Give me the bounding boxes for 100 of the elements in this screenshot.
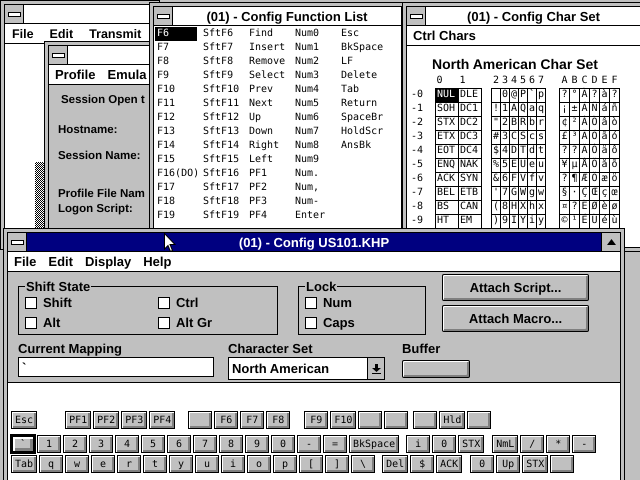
- char-cell[interactable]: NAK: [458, 158, 482, 172]
- list-item[interactable]: SftF14: [201, 139, 243, 153]
- list-item[interactable]: Num2: [293, 55, 335, 69]
- list-item[interactable]: F9: [155, 69, 197, 83]
- key[interactable]: `: [11, 435, 35, 453]
- list-item[interactable]: Num.: [293, 167, 335, 181]
- key[interactable]: /: [520, 435, 544, 453]
- list-item[interactable]: SftF12: [201, 111, 243, 125]
- list-item[interactable]: Num0: [293, 27, 335, 41]
- list-item[interactable]: SftF11: [201, 97, 243, 111]
- char-cell[interactable]: V: [518, 172, 528, 186]
- list-item[interactable]: BkSpace: [339, 41, 381, 55]
- button[interactable]: [402, 360, 470, 378]
- key[interactable]: -: [572, 435, 596, 453]
- key[interactable]: t: [143, 455, 168, 473]
- dropdown[interactable]: North American: [228, 357, 385, 380]
- char-cell[interactable]: ¡: [560, 102, 570, 116]
- menu-item[interactable]: Edit: [42, 26, 78, 40]
- list-item[interactable]: Delete: [339, 69, 381, 83]
- list-item[interactable]: Num3: [293, 69, 335, 83]
- list-item[interactable]: AnsBk: [339, 139, 381, 153]
- char-cell[interactable]: á: [600, 102, 610, 116]
- key[interactable]: ACK: [436, 455, 462, 473]
- list-item[interactable]: F17: [155, 181, 197, 195]
- char-cell[interactable]: è: [600, 200, 610, 214]
- list-item[interactable]: Remove: [247, 55, 289, 69]
- char-cell[interactable]: Œ: [590, 186, 600, 200]
- list-item[interactable]: F8: [155, 55, 197, 69]
- char-cell[interactable]: õ: [610, 158, 620, 172]
- char-cell[interactable]: STX: [436, 116, 458, 130]
- list-item[interactable]: F15: [155, 153, 197, 167]
- key[interactable]: BkSpace: [349, 435, 400, 453]
- char-cell[interactable]: ³: [570, 130, 580, 144]
- key[interactable]: [358, 411, 382, 429]
- key[interactable]: 8: [219, 435, 243, 453]
- key[interactable]: 0: [271, 435, 295, 453]
- char-cell[interactable]: EOT: [436, 144, 458, 158]
- char-cell[interactable]: œ: [610, 186, 620, 200]
- char-cell[interactable]: Ç: [580, 186, 590, 200]
- char-cell[interactable]: T: [518, 144, 528, 158]
- key[interactable]: [413, 411, 438, 429]
- key[interactable]: PF4: [149, 411, 176, 429]
- char-cell[interactable]: â: [600, 116, 610, 130]
- char-cell[interactable]: @: [510, 88, 518, 102]
- char-cell[interactable]: ACK: [436, 172, 458, 186]
- list-item[interactable]: Num8: [293, 139, 335, 153]
- key[interactable]: =: [323, 435, 347, 453]
- char-cell[interactable]: 7: [500, 186, 510, 200]
- char-cell[interactable]: 2: [500, 116, 510, 130]
- maximize-button[interactable]: [601, 233, 620, 251]
- char-cell[interactable]: BEL: [436, 186, 458, 200]
- char-cell[interactable]: d: [528, 144, 536, 158]
- key[interactable]: e: [91, 455, 116, 473]
- key[interactable]: q: [39, 455, 64, 473]
- menu-item[interactable]: Edit: [42, 254, 79, 269]
- list-item[interactable]: SftF9: [201, 69, 243, 83]
- char-cell[interactable]: ¶: [570, 172, 580, 186]
- char-cell[interactable]: ETX: [436, 130, 458, 144]
- checkbox[interactable]: [25, 316, 37, 328]
- char-cell[interactable]: (: [492, 200, 500, 214]
- key[interactable]: 1: [37, 435, 61, 453]
- menu-item[interactable]: Ctrl Chars: [407, 28, 482, 43]
- list-item[interactable]: SftF6: [201, 27, 243, 41]
- key[interactable]: [: [299, 455, 324, 473]
- char-cell[interactable]: c: [528, 130, 536, 144]
- key[interactable]: PF3: [121, 411, 148, 429]
- char-cell[interactable]: ô: [610, 144, 620, 158]
- checkbox[interactable]: [305, 316, 317, 328]
- list-item[interactable]: SftF13: [201, 125, 243, 139]
- key[interactable]: F7: [240, 411, 264, 429]
- list-item[interactable]: PF2: [247, 181, 289, 195]
- checkbox[interactable]: [305, 296, 317, 308]
- char-cell[interactable]: ñ: [610, 102, 620, 116]
- list-item[interactable]: F13: [155, 125, 197, 139]
- input-field[interactable]: `: [18, 357, 214, 377]
- key[interactable]: STX: [522, 455, 548, 473]
- char-cell[interactable]: 1: [500, 102, 510, 116]
- char-cell[interactable]: A: [510, 102, 518, 116]
- char-cell[interactable]: b: [528, 116, 536, 130]
- key[interactable]: F10: [330, 411, 356, 429]
- char-cell[interactable]: ±: [570, 102, 580, 116]
- char-cell[interactable]: NUL: [436, 88, 458, 102]
- key[interactable]: 2: [63, 435, 87, 453]
- char-cell[interactable]: £: [560, 130, 570, 144]
- char-cell[interactable]: g: [528, 186, 536, 200]
- char-cell[interactable]: C: [510, 130, 518, 144]
- list-item[interactable]: SftF7: [201, 41, 243, 55]
- list-item[interactable]: SftF17: [201, 181, 243, 195]
- list-item[interactable]: SftF18: [201, 195, 243, 209]
- char-cell[interactable]: U: [518, 158, 528, 172]
- menu-item[interactable]: Transmit: [82, 26, 146, 40]
- char-cell[interactable]: 6: [500, 172, 510, 186]
- char-cell[interactable]: ENQ: [436, 158, 458, 172]
- char-cell[interactable]: ?: [610, 88, 620, 102]
- list-item[interactable]: Left: [247, 153, 289, 167]
- menu-item[interactable]: Display: [78, 254, 138, 269]
- list-item[interactable]: Return: [339, 97, 381, 111]
- key[interactable]: F6: [214, 411, 238, 429]
- char-cell[interactable]: H: [510, 200, 518, 214]
- char-cell[interactable]: $: [492, 144, 500, 158]
